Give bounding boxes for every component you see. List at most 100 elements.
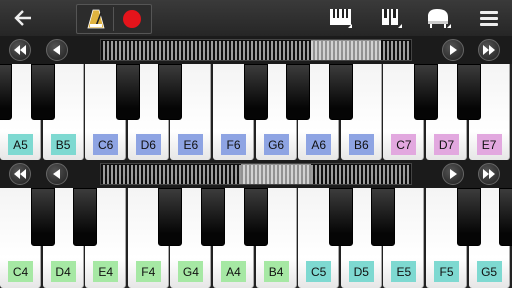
fast-rewind-icon xyxy=(14,169,26,179)
key-label: C5 xyxy=(306,261,332,282)
black-key[interactable] xyxy=(499,188,512,246)
lower-rewind-button[interactable] xyxy=(46,163,68,185)
mini-key xyxy=(223,41,225,60)
keyboard-layout-icon xyxy=(330,9,352,28)
dual-keyboard-button[interactable] xyxy=(376,3,406,33)
upper-mini-keyboard[interactable] xyxy=(100,39,412,61)
key-label: G5 xyxy=(476,261,502,282)
key-label: F6 xyxy=(221,134,246,155)
mini-key xyxy=(239,41,241,60)
mini-key xyxy=(295,41,297,60)
mini-key xyxy=(335,165,337,184)
play-forward-icon xyxy=(450,169,457,179)
metronome-icon xyxy=(87,9,105,29)
rewind-icon xyxy=(53,45,60,55)
black-key[interactable] xyxy=(30,188,55,246)
fast-forward-icon xyxy=(483,169,495,179)
black-key[interactable] xyxy=(0,64,12,120)
mini-key xyxy=(211,41,213,60)
mini-key xyxy=(251,41,253,60)
mini-key xyxy=(195,165,197,184)
key-label: B6 xyxy=(348,134,374,155)
visible-range-window[interactable] xyxy=(241,164,311,184)
key-label: A5 xyxy=(8,134,33,155)
mini-key xyxy=(139,165,141,184)
upper-rewind-button[interactable] xyxy=(46,39,68,61)
upper-fast-forward-button[interactable] xyxy=(478,39,500,61)
mini-key xyxy=(111,41,113,60)
back-button[interactable] xyxy=(8,3,38,33)
mini-key xyxy=(379,165,381,184)
key-label: D7 xyxy=(434,134,459,155)
mini-key xyxy=(155,41,157,60)
hamburger-menu-icon xyxy=(480,11,498,26)
key-label: C7 xyxy=(391,134,417,155)
black-key[interactable] xyxy=(158,64,183,120)
black-key[interactable] xyxy=(328,188,353,246)
upper-keyboard-nav xyxy=(0,36,512,64)
lower-forward-button[interactable] xyxy=(442,163,464,185)
key-label: C4 xyxy=(8,261,33,282)
black-key[interactable] xyxy=(456,188,481,246)
key-label: B4 xyxy=(263,261,289,282)
arrow-left-icon xyxy=(14,10,31,26)
fast-rewind-icon xyxy=(14,45,26,55)
mini-key xyxy=(139,41,141,60)
mini-key xyxy=(111,165,113,184)
black-key[interactable] xyxy=(115,64,140,120)
mini-key xyxy=(127,165,129,184)
key-label: G6 xyxy=(263,134,289,155)
top-toolbar xyxy=(0,0,512,37)
black-key[interactable] xyxy=(414,64,438,120)
mini-key xyxy=(167,165,169,184)
mini-key xyxy=(267,41,269,60)
mini-key xyxy=(391,165,393,184)
black-key[interactable] xyxy=(286,64,311,120)
black-key[interactable] xyxy=(158,188,183,246)
keyboard-layout-button[interactable] xyxy=(326,3,356,33)
black-key[interactable] xyxy=(73,188,98,246)
black-key[interactable] xyxy=(371,188,396,246)
mini-key xyxy=(155,165,157,184)
lower-keyboard-nav xyxy=(0,160,512,188)
record-button[interactable] xyxy=(117,5,147,33)
black-key[interactable] xyxy=(328,64,353,120)
black-key[interactable] xyxy=(30,64,55,120)
key-label: D5 xyxy=(348,261,374,282)
lower-fast-rewind-button[interactable] xyxy=(9,163,31,185)
mini-key xyxy=(195,41,197,60)
black-key[interactable] xyxy=(201,188,225,246)
key-label: F4 xyxy=(135,261,161,282)
black-key[interactable] xyxy=(243,188,268,246)
mini-key xyxy=(167,41,169,60)
key-label: A4 xyxy=(221,261,246,282)
grand-piano-icon xyxy=(428,9,451,28)
lower-mini-keyboard[interactable] xyxy=(100,163,412,185)
instrument-button[interactable] xyxy=(424,3,454,33)
metronome-button[interactable] xyxy=(81,5,111,33)
mini-key xyxy=(211,165,213,184)
mini-key xyxy=(407,41,409,60)
dual-keyboard-icon xyxy=(382,9,402,28)
key-label: A6 xyxy=(306,134,332,155)
key-label: F5 xyxy=(434,261,459,282)
black-key[interactable] xyxy=(456,64,481,120)
upper-fast-rewind-button[interactable] xyxy=(9,39,31,61)
mini-key xyxy=(307,41,309,60)
upper-forward-button[interactable] xyxy=(442,39,464,61)
lower-fast-forward-button[interactable] xyxy=(478,163,500,185)
mini-key xyxy=(351,165,353,184)
upper-piano-keyboard: A5 B5 C6 D6 E6 F6 G6 A6 B6 C7 D7 E7 xyxy=(0,64,512,160)
key-label: E4 xyxy=(93,261,119,282)
key-label: E7 xyxy=(476,134,502,155)
black-key[interactable] xyxy=(243,64,268,120)
menu-button[interactable] xyxy=(474,3,504,33)
mini-key xyxy=(407,165,409,184)
mini-key xyxy=(127,41,129,60)
mini-key xyxy=(183,165,185,184)
visible-range-window[interactable] xyxy=(311,40,381,60)
key-label: D6 xyxy=(135,134,161,155)
mini-key xyxy=(223,165,225,184)
key-label: G4 xyxy=(178,261,204,282)
divider xyxy=(113,7,114,31)
